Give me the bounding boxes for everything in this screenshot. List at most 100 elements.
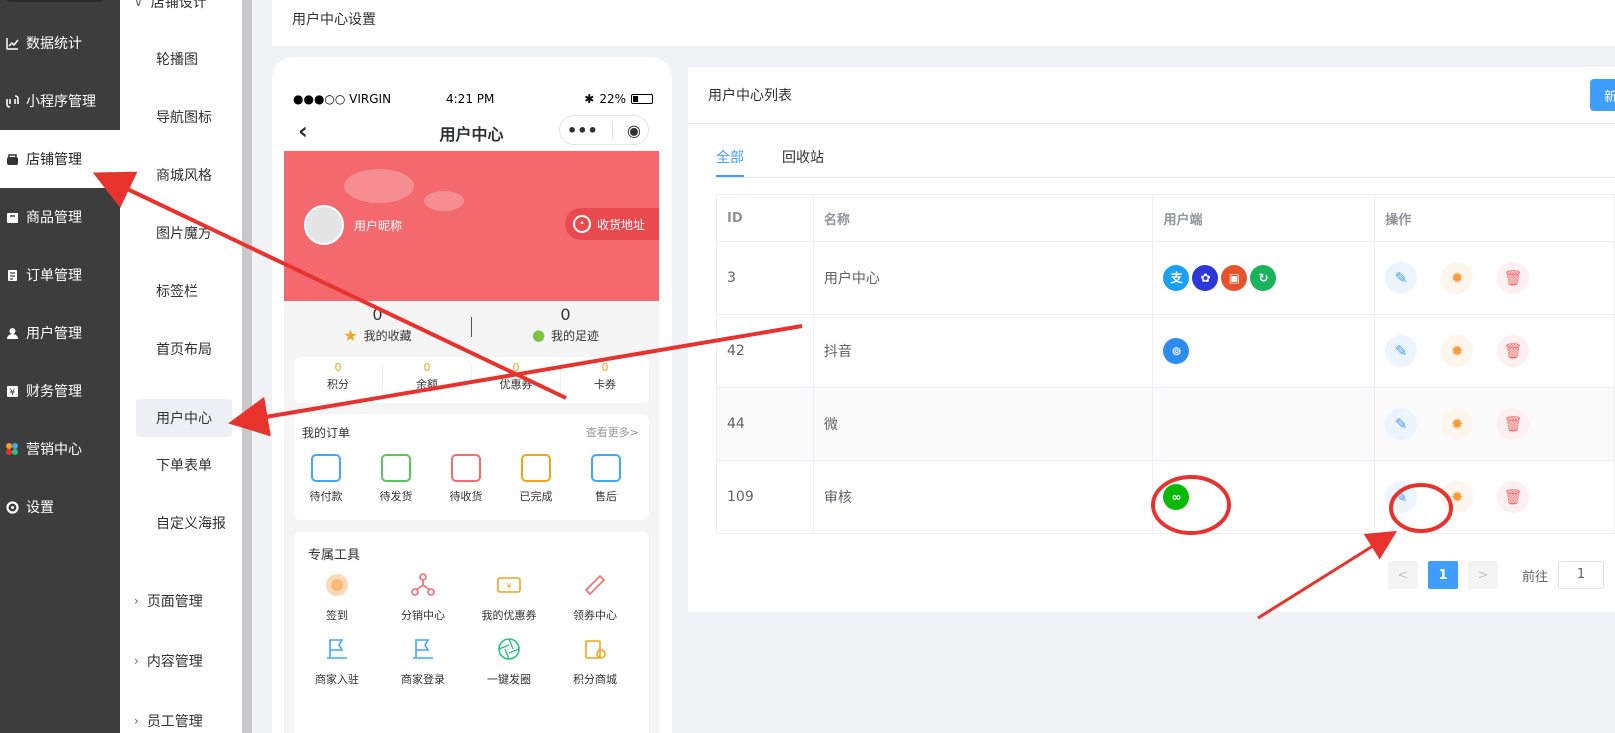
settings-button[interactable]: ✹ (1441, 335, 1474, 367)
sidebar-item-settings[interactable]: 设置 (0, 478, 120, 536)
settings-button[interactable]: ✹ (1441, 481, 1474, 513)
alipay-icon: 支 (1163, 264, 1190, 291)
sidebar-item-label: 数据统计 (26, 36, 82, 52)
subnav-group-content[interactable]: › 内容管理 (134, 651, 203, 671)
cell-actions: ✎ ✹ 🗑 (1374, 460, 1615, 534)
avatar[interactable] (304, 205, 344, 245)
tool-merchant-join[interactable]: 商家入驻 (294, 636, 380, 687)
address-button[interactable]: • 收货地址 (565, 208, 659, 240)
link-icon (5, 94, 19, 108)
edit-button[interactable]: ✎ (1385, 481, 1418, 513)
asset-points[interactable]: 0 积分 (294, 357, 382, 392)
next-page-button[interactable]: > (1468, 561, 1498, 589)
order-completed[interactable]: 已完成 (506, 454, 566, 504)
subnav-item-order-form[interactable]: 下单表单 (136, 446, 232, 484)
prev-page-button[interactable]: < (1388, 561, 1418, 589)
new-button[interactable]: 新 (1590, 79, 1615, 111)
subnav-item-mall-style[interactable]: 商城风格 (136, 156, 232, 194)
subnav-item-home-layout[interactable]: 首页布局 (136, 330, 232, 368)
user-center-table: ID 名称 用户端 操作 3 用户中心 支 ✿ ▣ ↻ ✎ ✹ 🗑 42 抖音 … (716, 194, 1615, 534)
edit-button[interactable]: ✎ (1385, 408, 1418, 440)
edit-button[interactable]: ✎ (1385, 335, 1418, 367)
stat-footprints[interactable]: 0 ● 我的足迹 (472, 301, 659, 344)
target-close-icon[interactable]: ◉ (627, 121, 641, 140)
trash-icon: 🗑 (1503, 269, 1523, 287)
subnav-item-user-center[interactable]: 用户中心 (136, 399, 232, 437)
sidebar-item-users[interactable]: 用户管理 (0, 304, 120, 362)
page-number-button[interactable]: 1 (1428, 561, 1458, 589)
cloud-decoration (344, 169, 414, 203)
goto-label: 前往 (1522, 569, 1549, 585)
phone-status-bar: ●●●○○ VIRGIN 4:21 PM ✱ 22% (284, 87, 659, 111)
subnav-item-tabbar[interactable]: 标签栏 (136, 272, 232, 310)
delete-button[interactable]: 🗑 (1497, 335, 1530, 367)
sidebar-item-finance[interactable]: ¥ 财务管理 (0, 362, 120, 420)
table-row: 3 用户中心 支 ✿ ▣ ↻ ✎ ✹ 🗑 (716, 241, 1615, 315)
tool-merchant-login[interactable]: 商家登录 (380, 636, 466, 687)
exclusive-tools-card: 专属工具 签到 分销中心 ¥ 我的优惠券 领券中心 商家入驻 商家登录 一键发圈… (294, 532, 649, 733)
tab-baseline (716, 177, 1615, 178)
subnav-group-staff[interactable]: › 员工管理 (134, 711, 203, 731)
subnav-group-label: 员工管理 (146, 714, 203, 730)
settings-button[interactable]: ✹ (1441, 262, 1474, 294)
cell-clients: 支 ✿ ▣ ↻ (1152, 241, 1376, 315)
goto-page-input[interactable]: 1 (1558, 561, 1605, 589)
tab-recycle-bin[interactable]: 回收站 (782, 147, 824, 167)
sidebar-item-miniprogram[interactable]: 小程序管理 (0, 72, 120, 130)
asset-balance[interactable]: 0 余额 (383, 357, 471, 392)
bluetooth-icon: ✱ (584, 92, 595, 106)
tool-signin[interactable]: 签到 (294, 572, 380, 623)
shop-icon (5, 152, 19, 166)
subnav-item-nav-icons[interactable]: 导航图标 (136, 98, 232, 136)
order-pending-receipt[interactable]: 待收货 (436, 454, 496, 504)
more-dots-icon[interactable]: ••• (567, 121, 598, 140)
cell-actions: ✎ ✹ 🗑 (1374, 314, 1615, 388)
settings-button[interactable]: ✹ (1441, 408, 1474, 440)
pencil-icon: ✎ (1394, 269, 1408, 287)
asset-cards[interactable]: 0 卡券 (561, 357, 649, 392)
sidebar-item-orders[interactable]: 订单管理 (0, 246, 120, 304)
subnav-item-poster[interactable]: 自定义海报 (136, 504, 232, 542)
subnav-scrollbar[interactable] (242, 0, 252, 733)
sidebar-item-shop[interactable]: 店铺管理 (0, 130, 120, 188)
sidebar-item-stats[interactable]: 数据统计 (0, 14, 120, 72)
delete-button[interactable]: 🗑 (1497, 408, 1530, 440)
tool-share-moments[interactable]: 一键发圈 (466, 636, 552, 687)
asset-coupons[interactable]: 0 优惠券 (472, 357, 560, 392)
cell-clients: ∞ (1152, 460, 1376, 534)
tool-my-coupons[interactable]: ¥ 我的优惠券 (466, 572, 552, 623)
subnav-item-carousel[interactable]: 轮播图 (136, 40, 232, 78)
tool-coupon-center[interactable]: 领券中心 (552, 572, 638, 623)
cell-id: 44 (716, 387, 814, 461)
tool-distribution[interactable]: 分销中心 (380, 572, 466, 623)
edit-button[interactable]: ✎ (1385, 262, 1418, 294)
subnav-item-image-cube[interactable]: 图片魔方 (136, 214, 232, 252)
order-pending-shipment[interactable]: 待发货 (366, 454, 426, 504)
toutiao-icon: ▣ (1221, 265, 1248, 292)
tool-points-mall[interactable]: 积分商城 (552, 636, 638, 687)
sidebar-item-goods[interactable]: 商品管理 (0, 188, 120, 246)
cell-name: 抖音 (812, 314, 1154, 388)
subnav-group-shop-design[interactable]: ∨ 店铺设计 (134, 0, 207, 12)
finance-icon: ¥ (5, 384, 19, 398)
order-after-sale[interactable]: 售后 (576, 454, 636, 504)
column-header-id: ID (716, 194, 814, 242)
sidebar-item-marketing[interactable]: 营销中心 (0, 420, 120, 478)
order-pending-payment[interactable]: 待付款 (296, 454, 356, 504)
stat-favorites[interactable]: 0 ★ 我的收藏 (284, 301, 471, 345)
miniprogram-capsule[interactable]: ••• ◉ (559, 115, 649, 145)
address-button-label: 收货地址 (597, 217, 646, 232)
delete-button[interactable]: 🗑 (1497, 262, 1530, 294)
star-icon: ★ (343, 326, 358, 345)
chevron-right-icon: › (134, 714, 139, 728)
douyin-icon: ⊚ (1163, 338, 1190, 364)
trash-icon: 🗑 (1503, 342, 1523, 360)
stat-number: 0 (372, 305, 383, 324)
subnav-group-pages[interactable]: › 页面管理 (134, 591, 203, 611)
trash-icon: 🗑 (1503, 488, 1523, 506)
delete-button[interactable]: 🗑 (1497, 481, 1530, 513)
tab-all[interactable]: 全部 (716, 147, 744, 167)
orders-more-link[interactable]: 查看更多> (586, 424, 639, 440)
aperture-icon (498, 638, 520, 660)
wallet-icon (311, 454, 341, 482)
